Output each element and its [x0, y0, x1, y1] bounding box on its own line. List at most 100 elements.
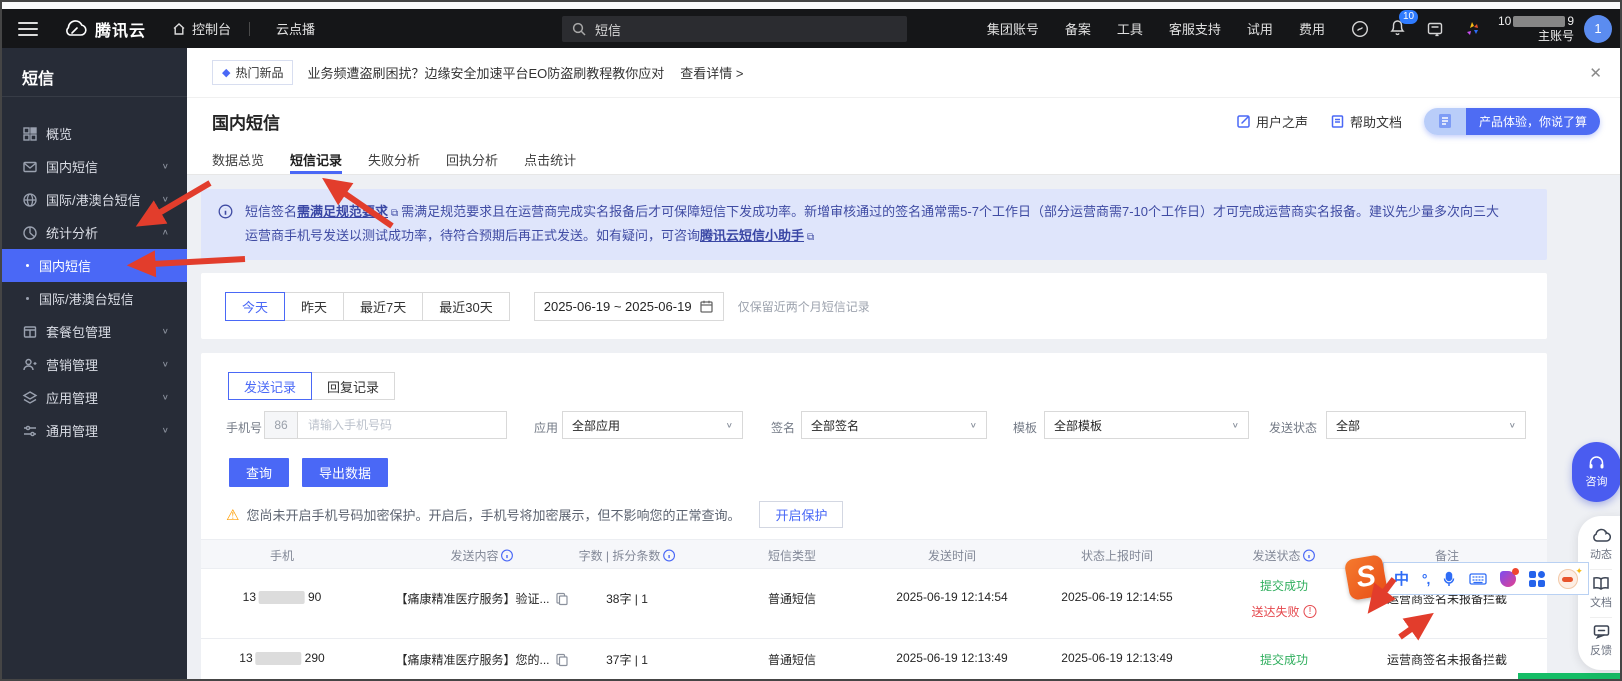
emoji-icon[interactable]	[1558, 569, 1578, 589]
export-button[interactable]: 导出数据	[302, 458, 388, 487]
feedback-button[interactable]: 反馈	[1590, 624, 1612, 658]
menu-tools[interactable]: 工具	[1117, 19, 1143, 38]
ime-toolbar[interactable]: 中 °,	[1383, 562, 1589, 595]
send-status-select[interactable]: 全部∨	[1326, 411, 1526, 439]
sidebar-item-app-mgmt[interactable]: 应用管理 ∨	[2, 381, 187, 414]
global-search-input[interactable]: 短信	[562, 16, 907, 42]
apps-colorful-icon[interactable]	[1464, 20, 1482, 38]
record-type-tabs: 发送记录 回复记录	[229, 372, 395, 400]
preset-last30days[interactable]: 最近30天	[422, 292, 509, 321]
chevron-down-icon: ∨	[1509, 421, 1516, 429]
news-button[interactable]: 动态	[1590, 528, 1612, 562]
sidebar-item-package-mgmt[interactable]: 套餐包管理 ∨	[2, 315, 187, 348]
phone-number-input[interactable]	[298, 418, 506, 432]
status-delivery-failed-badge: 送达失败!	[1251, 603, 1316, 620]
tencent-cloud-logo[interactable]: 腾讯云	[64, 17, 146, 41]
info-icon[interactable]	[1303, 549, 1316, 562]
cloud-logo-icon	[64, 20, 88, 37]
divider	[1590, 569, 1612, 570]
preset-today[interactable]: 今天	[225, 292, 285, 321]
chinese-mode-icon[interactable]: 中	[1394, 568, 1409, 589]
promo-notice-bar: ◆ 热门新品 业务频遭盗刷困扰？边缘安全加速平台EO防盗刷教程教你应对 查看详情…	[187, 48, 1620, 98]
preset-yesterday[interactable]: 昨天	[284, 292, 344, 321]
sogou-ime-logo[interactable]: S	[1344, 554, 1389, 601]
tab-data-overview[interactable]: 数据总览	[212, 144, 264, 174]
notifications-button[interactable]: 10	[1389, 18, 1406, 39]
promo-details-link[interactable]: 查看详情 >	[680, 63, 743, 82]
menu-icp[interactable]: 备案	[1065, 19, 1091, 38]
tab-reply-records[interactable]: 回复记录	[311, 372, 395, 400]
copy-icon[interactable]	[556, 653, 569, 667]
user-voice-link[interactable]: 用户之声	[1236, 112, 1308, 131]
col-phone: 手机	[270, 540, 294, 570]
sms-assistant-link[interactable]: 腾讯云短信小助手	[700, 228, 804, 243]
menu-trial[interactable]: 试用	[1247, 19, 1273, 38]
sidebar-subitem-intl-sms-stats[interactable]: 国际/港澳台短信	[2, 282, 187, 315]
date-range-picker[interactable]: 2025-06-19 ~ 2025-06-19	[534, 292, 724, 321]
copy-icon[interactable]	[556, 592, 569, 606]
template-label: 模板	[1013, 419, 1037, 436]
encryption-warning: ⚠ 您尚未开启手机号码加密保护。开启后，手机号将加密展示，但不影响您的正常查询。…	[226, 501, 843, 528]
chevron-down-icon: ∨	[970, 421, 977, 429]
query-button[interactable]: 查询	[229, 458, 289, 487]
menu-group-account[interactable]: 集团账号	[987, 19, 1039, 38]
account-info[interactable]: 109 主账号	[1498, 14, 1574, 44]
records-card: 发送记录 回复记录 手机号 86 应用 全部应用∨ 签名 全部签名∨	[201, 353, 1547, 681]
enable-protection-button[interactable]: 开启保护	[759, 501, 843, 528]
search-query-text: 短信	[595, 20, 621, 39]
sidebar-item-marketing-mgmt[interactable]: 营销管理 ∨	[2, 348, 187, 381]
help-docs-link[interactable]: 帮助文档	[1330, 112, 1402, 131]
sidebar-item-domestic-sms[interactable]: 国内短信 ∨	[2, 150, 187, 183]
retention-hint: 仅保留近两个月短信记录	[738, 298, 870, 315]
signature-spec-link[interactable]: 需满足规范要求	[297, 204, 388, 219]
tab-receipt-analysis[interactable]: 回执分析	[446, 144, 498, 174]
sidebar-item-intl-sms[interactable]: 国际/港澳台短信 ∨	[2, 183, 187, 216]
info-icon[interactable]	[662, 549, 675, 562]
close-icon[interactable]: ✕	[1589, 64, 1602, 82]
menu-support[interactable]: 客服支持	[1169, 19, 1221, 38]
page-content: 短信签名需满足规范要求⧉需满足规范要求且在运营商完成实名报备后才可保障短信下发成…	[187, 175, 1620, 679]
error-info-icon[interactable]: !	[1304, 605, 1317, 618]
table-row[interactable]: 13290 【痛康精准医疗服务】您的... 37字 | 1 普通短信 2025-…	[201, 639, 1547, 681]
tab-send-records[interactable]: 发送记录	[228, 372, 312, 400]
avatar[interactable]: 1	[1584, 15, 1612, 43]
docs-button[interactable]: 文档	[1590, 576, 1612, 610]
mail-icon	[22, 159, 38, 175]
sidebar-item-overview[interactable]: 概览	[2, 117, 187, 150]
console-link[interactable]: 控制台	[172, 19, 231, 38]
feedback-bubble-icon	[1593, 624, 1610, 639]
home-icon	[172, 22, 186, 36]
ime-apps-grid-icon[interactable]	[1529, 571, 1545, 587]
sidebar-subitem-domestic-sms-stats[interactable]: 国内短信	[2, 249, 187, 282]
consult-button[interactable]: 咨询	[1572, 442, 1621, 502]
app-label: 应用	[534, 419, 558, 436]
workorder-icon[interactable]	[1351, 20, 1369, 38]
layers-icon	[22, 390, 38, 406]
ime-skin-icon[interactable]	[1500, 571, 1516, 587]
promo-text: 业务频遭盗刷困扰？边缘安全加速平台EO防盗刷教程教你应对	[307, 63, 664, 82]
sidebar: 短信 概览 国内短信 ∨ 国际/港澳台短信 ∨ 统计分析 ∧	[2, 48, 187, 679]
menu-billing[interactable]: 费用	[1299, 19, 1325, 38]
preset-last7days[interactable]: 最近7天	[343, 292, 423, 321]
tab-failure-analysis[interactable]: 失败分析	[368, 144, 420, 174]
app-select[interactable]: 全部应用∨	[562, 411, 743, 439]
tab-click-stats[interactable]: 点击统计	[524, 144, 576, 174]
vod-product-link[interactable]: 云点播	[276, 19, 315, 38]
template-select[interactable]: 全部模板∨	[1044, 411, 1249, 439]
cell-phone: 1390	[243, 590, 322, 604]
hamburger-menu-icon[interactable]	[18, 22, 38, 36]
sidebar-item-general-mgmt[interactable]: 通用管理 ∨	[2, 414, 187, 447]
keyboard-icon[interactable]	[1469, 572, 1487, 586]
tab-sms-records[interactable]: 短信记录	[290, 144, 342, 174]
billing-doc-icon[interactable]	[1426, 20, 1444, 38]
signature-select[interactable]: 全部签名∨	[801, 411, 987, 439]
punctuation-icon[interactable]: °,	[1422, 571, 1430, 587]
phone-number-field[interactable]	[297, 411, 507, 439]
info-icon[interactable]	[501, 549, 514, 562]
sidebar-item-statistics[interactable]: 统计分析 ∧	[2, 216, 187, 249]
table-row[interactable]: 1390 【痛康精准医疗服务】验证... 38字 | 1 普通短信 2025-0…	[201, 569, 1547, 639]
mic-icon[interactable]	[1442, 571, 1456, 587]
product-experience-button[interactable]: 产品体验，你说了算	[1424, 108, 1600, 135]
filter-row: 手机号 86 应用 全部应用∨ 签名 全部签名∨ 模板 全部模板∨	[201, 411, 1547, 439]
account-role: 主账号	[1498, 29, 1574, 44]
